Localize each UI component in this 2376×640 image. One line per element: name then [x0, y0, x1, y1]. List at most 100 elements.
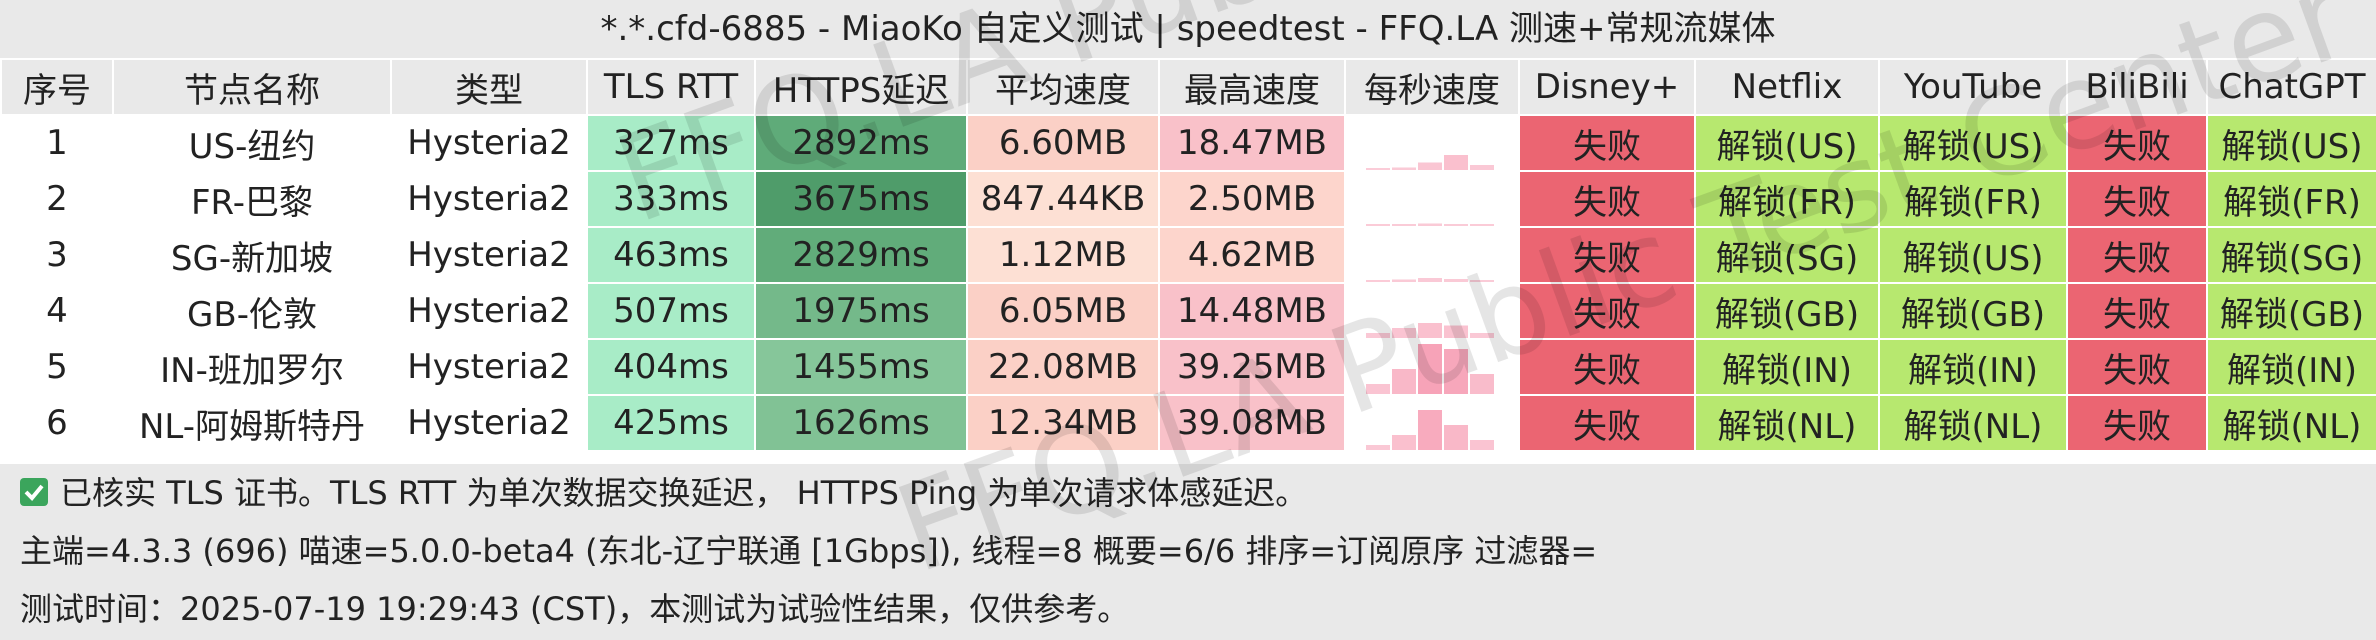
table-row: 6 NL-阿姆斯特丹 Hysteria2 425ms 1626ms 12.34MB 39.0…: [0, 394, 2376, 452]
row-index: 5: [0, 338, 114, 396]
max-speed: 14.48MB: [1158, 282, 1346, 340]
sparkline-bar: [1470, 374, 1494, 393]
tls-rtt: 327ms: [586, 114, 756, 172]
chatgpt-status: 解锁(SG): [2206, 226, 2376, 284]
sparkline-chart: [1366, 344, 1494, 393]
col-header-https-latency[interactable]: HTTPS延迟: [754, 58, 968, 116]
col-header-chatgpt[interactable]: ChatGPT: [2206, 58, 2376, 116]
avg-speed: 6.05MB: [966, 282, 1160, 340]
tls-rtt: 463ms: [586, 226, 756, 284]
bilibili-status: 失败: [2066, 226, 2208, 284]
sparkline-bar: [1470, 280, 1494, 281]
sparkline-chart: [1366, 278, 1494, 281]
check-icon: [20, 478, 48, 506]
avg-speed: 6.60MB: [966, 114, 1160, 172]
node-type: Hysteria2: [390, 282, 588, 340]
bilibili-status: 失败: [2066, 394, 2208, 452]
col-header-disney[interactable]: Disney+: [1518, 58, 1696, 116]
speed-sparkline: [1344, 114, 1520, 172]
max-speed: 2.50MB: [1158, 170, 1346, 228]
https-latency: 1975ms: [754, 282, 968, 340]
disney-status: 失败: [1518, 394, 1696, 452]
environment-info: 主端=4.3.3 (696) 喵速=5.0.0-beta4 (东北-辽宁联通 […: [0, 522, 2376, 580]
sparkline-bar: [1366, 168, 1390, 169]
speed-sparkline: [1344, 170, 1520, 228]
col-header-index[interactable]: 序号: [0, 58, 114, 116]
sparkline-bar: [1366, 445, 1390, 449]
netflix-status: 解锁(US): [1694, 114, 1880, 172]
sparkline-bar: [1470, 224, 1494, 225]
sparkline-bar: [1418, 344, 1442, 393]
netflix-status: 解锁(FR): [1694, 170, 1880, 228]
youtube-status: 解锁(GB): [1878, 282, 2068, 340]
tls-rtt: 333ms: [586, 170, 756, 228]
col-header-type[interactable]: 类型: [390, 58, 588, 116]
table-row: 1 US-纽约 Hysteria2 327ms 2892ms 6.60MB 18.47MB 失…: [0, 114, 2376, 172]
chatgpt-status: 解锁(FR): [2206, 170, 2376, 228]
sparkline-bar: [1366, 333, 1390, 337]
col-header-youtube[interactable]: YouTube: [1878, 58, 2068, 116]
sparkline-bar: [1444, 325, 1468, 337]
node-name: GB-伦敦: [112, 282, 392, 340]
node-name: SG-新加坡: [112, 226, 392, 284]
speed-sparkline: [1344, 226, 1520, 284]
chatgpt-status: 解锁(IN): [2206, 338, 2376, 396]
results-table: 序号 节点名称 类型 TLS RTT HTTPS延迟 平均速度 最高速度 每秒速…: [0, 58, 2376, 452]
max-speed: 39.08MB: [1158, 394, 1346, 452]
col-header-tls-rtt[interactable]: TLS RTT: [586, 58, 756, 116]
sparkline-bar: [1366, 384, 1390, 393]
chatgpt-status: 解锁(GB): [2206, 282, 2376, 340]
disney-status: 失败: [1518, 170, 1696, 228]
node-type: Hysteria2: [390, 226, 588, 284]
https-latency: 1455ms: [754, 338, 968, 396]
https-latency: 1626ms: [754, 394, 968, 452]
table-row: 5 IN-班加罗尔 Hysteria2 404ms 1455ms 22.08MB 39.25…: [0, 338, 2376, 396]
col-header-bilibili[interactable]: BiliBili: [2066, 58, 2208, 116]
sparkline-bar: [1392, 369, 1416, 393]
node-name: NL-阿姆斯特丹: [112, 394, 392, 452]
max-speed: 18.47MB: [1158, 114, 1346, 172]
node-name: IN-班加罗尔: [112, 338, 392, 396]
node-name: US-纽约: [112, 114, 392, 172]
youtube-status: 解锁(US): [1878, 114, 2068, 172]
sparkline-bar: [1470, 333, 1494, 337]
tls-rtt: 425ms: [586, 394, 756, 452]
netflix-status: 解锁(SG): [1694, 226, 1880, 284]
speed-sparkline: [1344, 282, 1520, 340]
sparkline-chart: [1366, 155, 1494, 169]
sparkline-bar: [1444, 349, 1468, 393]
bilibili-status: 失败: [2066, 338, 2208, 396]
node-type: Hysteria2: [390, 394, 588, 452]
test-time: 测试时间：2025-07-19 19:29:43 (CST)，本测试为试验性结果…: [0, 580, 2376, 640]
sparkline-bar: [1470, 440, 1494, 449]
sparkline-bar: [1392, 167, 1416, 169]
col-header-netflix[interactable]: Netflix: [1694, 58, 1880, 116]
header-row: 序号 节点名称 类型 TLS RTT HTTPS延迟 平均速度 最高速度 每秒速…: [0, 58, 2376, 116]
verification-note: 已核实 TLS 证书。TLS RTT 为单次数据交换延迟， HTTPS Ping…: [0, 464, 2376, 522]
sparkline-bar: [1418, 278, 1442, 281]
row-index: 4: [0, 282, 114, 340]
netflix-status: 解锁(IN): [1694, 338, 1880, 396]
sparkline-bar: [1418, 323, 1442, 337]
sparkline-bar: [1392, 328, 1416, 337]
tls-rtt: 404ms: [586, 338, 756, 396]
sparkline-bar: [1392, 435, 1416, 449]
col-header-per-second-speed[interactable]: 每秒速度: [1344, 58, 1520, 116]
sparkline-bar: [1366, 224, 1390, 225]
disney-status: 失败: [1518, 114, 1696, 172]
sparkline-bar: [1366, 280, 1390, 281]
disney-status: 失败: [1518, 282, 1696, 340]
table-row: 2 FR-巴黎 Hysteria2 333ms 3675ms 847.44KB 2.50MB…: [0, 170, 2376, 228]
avg-speed: 22.08MB: [966, 338, 1160, 396]
col-header-avg-speed[interactable]: 平均速度: [966, 58, 1160, 116]
netflix-status: 解锁(GB): [1694, 282, 1880, 340]
col-header-max-speed[interactable]: 最高速度: [1158, 58, 1346, 116]
youtube-status: 解锁(NL): [1878, 394, 2068, 452]
verification-text: 已核实 TLS 证书。TLS RTT 为单次数据交换延迟， HTTPS Ping…: [60, 474, 1308, 512]
col-header-node-name[interactable]: 节点名称: [112, 58, 392, 116]
sparkline-chart: [1366, 323, 1494, 337]
chatgpt-status: 解锁(NL): [2206, 394, 2376, 452]
table-row: 4 GB-伦敦 Hysteria2 507ms 1975ms 6.05MB 14.48MB 失…: [0, 282, 2376, 340]
youtube-status: 解锁(IN): [1878, 338, 2068, 396]
speed-sparkline: [1344, 394, 1520, 452]
